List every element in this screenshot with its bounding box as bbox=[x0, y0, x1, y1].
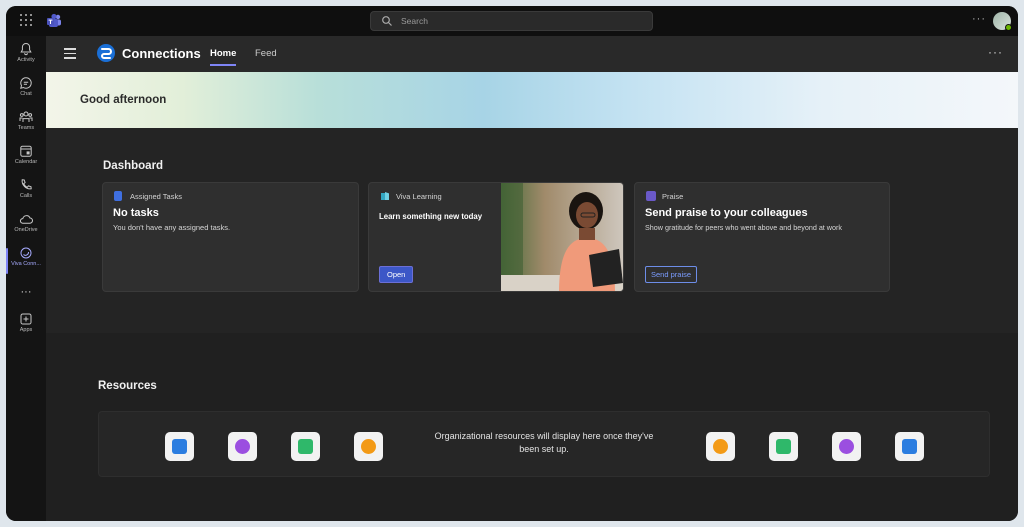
bell-icon bbox=[20, 42, 32, 56]
card-tag: Praise bbox=[662, 192, 684, 201]
rail-item-calendar[interactable]: Calendar bbox=[6, 144, 46, 174]
resources-section: Resources Organizational resources will … bbox=[46, 333, 1018, 521]
card-tag: Viva Learning bbox=[396, 192, 442, 201]
dashboard-section: Dashboard Assigned Tasks No tasks You do… bbox=[46, 128, 1018, 333]
tab-feed[interactable]: Feed bbox=[255, 48, 277, 59]
card-description: Show gratitude for peers who went above … bbox=[645, 223, 842, 232]
teams-logo-icon bbox=[47, 13, 61, 27]
praise-card[interactable]: Praise Send praise to your colleagues Sh… bbox=[634, 182, 890, 292]
app-launcher-icon[interactable] bbox=[20, 14, 32, 26]
green-square-icon bbox=[769, 432, 798, 461]
learning-photo bbox=[501, 183, 623, 291]
rail-item-teams[interactable]: Teams bbox=[6, 110, 46, 140]
dashboard-title: Dashboard bbox=[103, 160, 164, 172]
calendar-icon bbox=[20, 145, 32, 157]
title-bar: Search ··· bbox=[6, 6, 1018, 36]
tab-home[interactable]: Home bbox=[210, 48, 237, 66]
rail-more-button[interactable]: ··· bbox=[6, 286, 46, 300]
open-button[interactable]: Open bbox=[379, 266, 414, 283]
greeting-banner: Good afternoon bbox=[46, 72, 1018, 128]
teams-icon bbox=[19, 111, 33, 122]
search-icon bbox=[382, 16, 392, 26]
search-bar[interactable]: Search bbox=[370, 11, 653, 31]
rail-item-onedrive[interactable]: OneDrive bbox=[6, 212, 46, 242]
resources-empty-message: Organizational resources will display he… bbox=[434, 431, 654, 454]
blue-square-icon bbox=[165, 432, 194, 461]
viva-connections-icon bbox=[20, 247, 32, 259]
viva-learning-card[interactable]: Viva Learning Learn something new today … bbox=[368, 182, 624, 292]
purple-circle-icon bbox=[228, 432, 257, 461]
rail-item-chat[interactable]: Chat bbox=[6, 76, 46, 106]
rail-label: Chat bbox=[20, 91, 32, 97]
search-placeholder: Search bbox=[401, 16, 428, 26]
chat-icon bbox=[20, 77, 32, 89]
rail-item-apps[interactable]: Apps bbox=[6, 312, 46, 342]
greeting-text: Good afternoon bbox=[80, 94, 167, 106]
presence-available-icon bbox=[1005, 24, 1012, 31]
rail-label: Apps bbox=[19, 327, 33, 333]
connections-logo-icon bbox=[97, 44, 115, 62]
rail-label: Calendar bbox=[14, 159, 38, 165]
praise-icon bbox=[646, 191, 656, 201]
rail-label: Calls bbox=[19, 193, 33, 199]
settings-more-button[interactable]: ··· bbox=[972, 13, 986, 25]
purple-circle-icon bbox=[832, 432, 861, 461]
rail-item-activity[interactable]: Activity bbox=[6, 42, 46, 72]
cloud-icon bbox=[19, 215, 33, 224]
app-more-button[interactable]: ··· bbox=[988, 45, 1003, 59]
card-tag: Assigned Tasks bbox=[130, 192, 182, 201]
blue-square-icon bbox=[895, 432, 924, 461]
send-praise-button[interactable]: Send praise bbox=[645, 266, 698, 283]
card-title: Learn something new today bbox=[379, 212, 483, 221]
app-rail: Activity Chat Teams Calendar Calls OneDr… bbox=[6, 36, 46, 521]
rail-item-viva-connections[interactable]: Viva Conn... bbox=[6, 246, 46, 276]
phone-icon bbox=[21, 179, 32, 190]
rail-label: Activity bbox=[17, 57, 35, 63]
more-icon: ··· bbox=[20, 286, 32, 298]
card-title: Send praise to your colleagues bbox=[645, 207, 808, 219]
menu-icon[interactable] bbox=[64, 48, 76, 59]
add-apps-icon bbox=[20, 313, 32, 325]
green-square-icon bbox=[291, 432, 320, 461]
orange-circle-icon bbox=[706, 432, 735, 461]
user-avatar[interactable] bbox=[993, 12, 1012, 31]
rail-label: Viva Conn... bbox=[11, 261, 41, 267]
card-title: No tasks bbox=[113, 207, 159, 219]
rail-item-calls[interactable]: Calls bbox=[6, 178, 46, 208]
orange-circle-icon bbox=[354, 432, 383, 461]
app-header: Connections Home Feed ··· bbox=[46, 36, 1018, 72]
tasks-icon bbox=[114, 191, 122, 201]
resources-title: Resources bbox=[98, 380, 157, 392]
viva-learning-icon bbox=[381, 192, 389, 200]
card-description: You don't have any assigned tasks. bbox=[113, 223, 231, 232]
assigned-tasks-card[interactable]: Assigned Tasks No tasks You don't have a… bbox=[102, 182, 359, 292]
teams-window: Search ··· Activity Chat Teams Calendar … bbox=[6, 6, 1018, 521]
rail-label: Teams bbox=[17, 125, 35, 131]
resources-panel: Organizational resources will display he… bbox=[98, 411, 990, 477]
rail-label: OneDrive bbox=[14, 227, 38, 233]
app-title: Connections bbox=[122, 46, 201, 61]
